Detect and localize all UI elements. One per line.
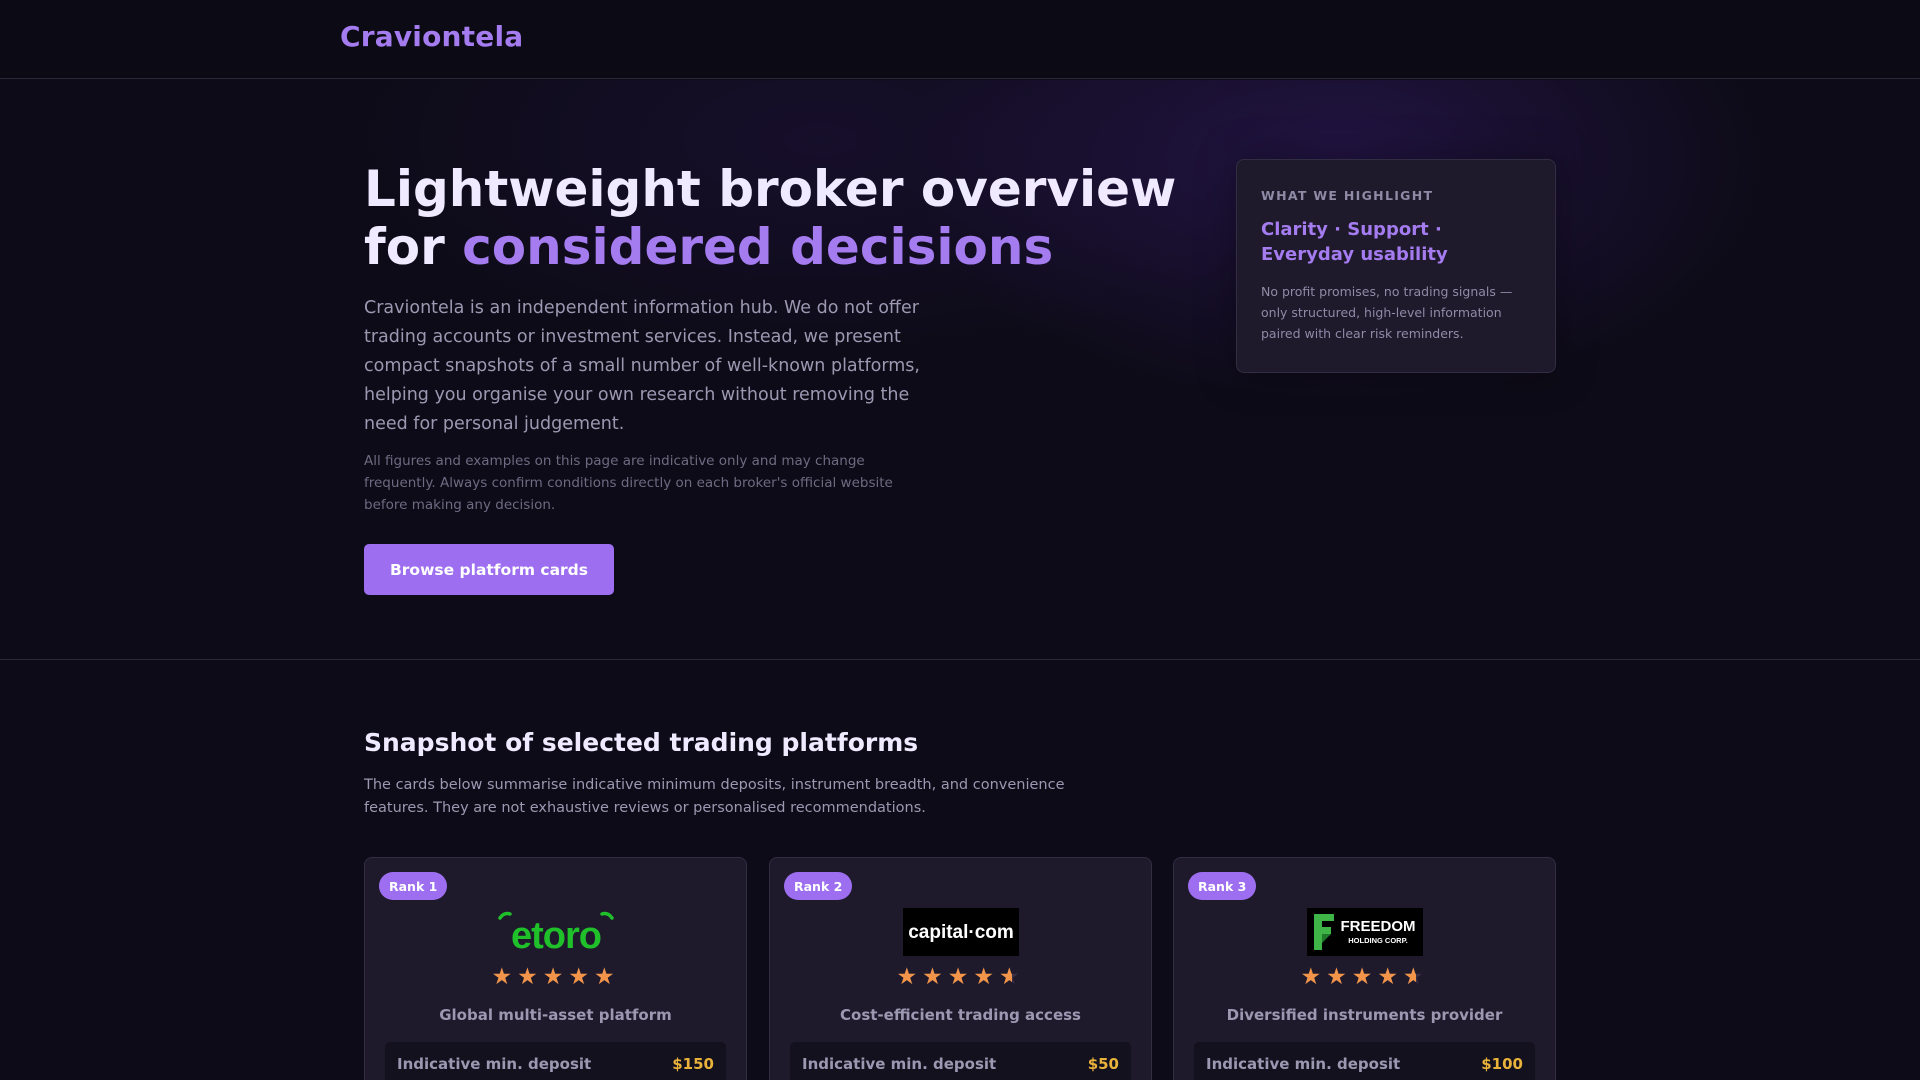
half-star-icon: ★ [999, 964, 1025, 990]
star-icon: ★ [568, 964, 594, 990]
min-deposit-row: Indicative min. deposit $100 [1194, 1042, 1535, 1080]
star-icon: ★ [1377, 964, 1403, 990]
hero-title-prefix: for [364, 218, 463, 276]
hero-title: Lightweight broker overview for consider… [364, 160, 1184, 276]
min-deposit-value: $150 [672, 1055, 714, 1073]
card-tagline: Global multi-asset platform [439, 1006, 672, 1024]
rating-stars: ★★★★★ [770, 964, 1151, 990]
rating-stars: ★★★★★ [365, 964, 746, 990]
min-deposit-row: Indicative min. deposit $150 [385, 1042, 726, 1080]
star-icon: ★ [922, 964, 948, 990]
star-icon: ★ [1300, 964, 1327, 990]
rank-badge: Rank 2 [784, 872, 853, 900]
etoro-logo: etoro [494, 908, 618, 956]
star-icon: ★ [542, 964, 569, 990]
highlight-card: WHAT WE HIGHLIGHT Clarity · Support · Ev… [1236, 159, 1556, 373]
freedom-logo-text: FREEDOM [1340, 918, 1415, 935]
star-icon: ★ [1326, 964, 1352, 990]
half-star-icon: ★ [1403, 964, 1429, 990]
rank-badge: Rank 3 [1188, 872, 1257, 900]
rank-badge: Rank 1 [379, 872, 448, 900]
freedom-logo-subtext: HOLDING CORP. [1348, 936, 1407, 945]
hero-disclaimer: All figures and examples on this page ar… [364, 453, 893, 513]
platform-card-freedom[interactable]: Rank 3 FREEDOM HOLDING CORP. ★★★★★ Diver… [1173, 857, 1556, 1080]
min-deposit-value: $50 [1087, 1055, 1119, 1073]
hero-title-accent: considered decisions [462, 218, 1054, 276]
brand-logo[interactable]: Craviontela [340, 20, 523, 53]
etoro-logo-text: etoro [511, 915, 601, 954]
hero-intro: Craviontela is an independent informatio… [364, 298, 920, 434]
star-icon: ★ [1351, 964, 1378, 990]
star-icon: ★ [517, 964, 543, 990]
platforms-section-title: Snapshot of selected trading platforms [364, 728, 919, 757]
browse-cards-button[interactable]: Browse platform cards [364, 544, 614, 595]
min-deposit-label: Indicative min. deposit [397, 1055, 592, 1073]
min-deposit-label: Indicative min. deposit [1206, 1055, 1401, 1073]
platforms-section-intro: The cards below summarise indicative min… [364, 777, 1065, 816]
hero-title-line1: Lightweight broker overview [364, 160, 1177, 218]
freedom-logo: FREEDOM HOLDING CORP. [1306, 908, 1423, 956]
site-header: Craviontela [0, 0, 1920, 79]
card-tagline: Cost-efficient trading access [840, 1006, 1081, 1024]
capital-com-logo: capital·com [902, 908, 1019, 956]
rating-stars: ★★★★★ [1174, 964, 1555, 990]
star-icon: ★ [491, 964, 518, 990]
star-icon: ★ [896, 964, 923, 990]
highlight-kicker: WHAT WE HIGHLIGHT [1261, 188, 1434, 203]
star-icon: ★ [947, 964, 974, 990]
card-tagline: Diversified instruments provider [1226, 1006, 1503, 1024]
min-deposit-row: Indicative min. deposit $50 [790, 1042, 1131, 1080]
platform-card-capital-com[interactable]: Rank 2 capital·com ★★★★★ Cost-efficient … [769, 857, 1152, 1080]
star-icon: ★ [973, 964, 999, 990]
highlight-title: Clarity · Support · Everyday usability [1261, 219, 1448, 265]
capital-com-logo-text: capital·com [908, 922, 1014, 943]
min-deposit-label: Indicative min. deposit [802, 1055, 997, 1073]
hero-section: Lightweight broker overview for consider… [0, 80, 1920, 660]
platform-card-etoro[interactable]: Rank 1 etoro ★★★★★ Global multi-asset pl… [364, 857, 747, 1080]
highlight-text: No profit promises, no trading signals —… [1261, 284, 1513, 341]
star-icon: ★ [593, 964, 620, 990]
min-deposit-value: $100 [1481, 1055, 1523, 1073]
